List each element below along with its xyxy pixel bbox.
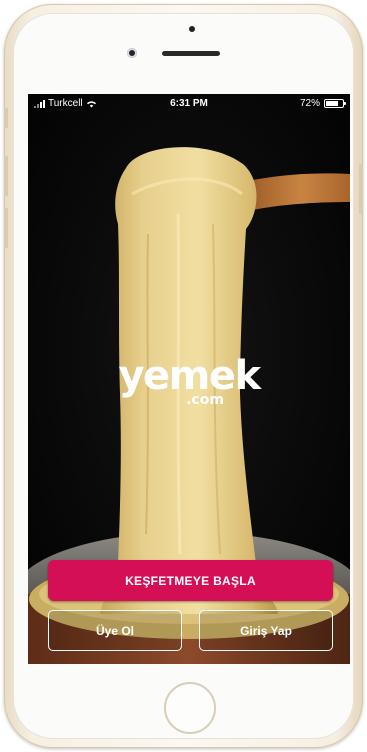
yemek-logo: yemek .com (28, 356, 350, 408)
start-exploring-button[interactable]: KEŞFETMEYE BAŞLA (48, 560, 333, 601)
volume-up-button (4, 156, 8, 196)
front-camera (127, 48, 137, 58)
home-button[interactable] (164, 682, 216, 734)
battery-icon (324, 99, 346, 108)
volume-down-button (4, 208, 8, 248)
logo-suffix: .com (186, 392, 224, 408)
battery-percent: 72% (299, 98, 320, 109)
status-bar: Turkcell 6:31 PM 72% (28, 94, 350, 114)
proximity-sensor (189, 26, 195, 32)
mute-switch (4, 108, 8, 128)
logo-brand: yemek (118, 353, 261, 399)
app-screen: Turkcell 6:31 PM 72% yemek .com KEŞFETME… (28, 94, 350, 664)
power-button (359, 164, 363, 214)
earpiece-speaker (162, 51, 220, 56)
signup-button[interactable]: Üye Ol (48, 610, 182, 651)
login-button[interactable]: Giriş Yap (199, 610, 333, 651)
